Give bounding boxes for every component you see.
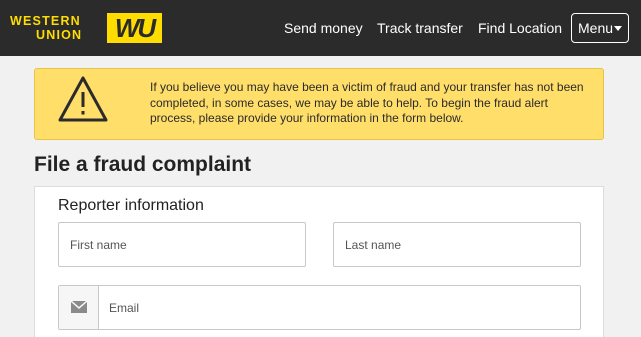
page-title: File a fraud complaint	[34, 153, 252, 176]
logo-line-1: WESTERN	[10, 14, 81, 28]
nav-send-money[interactable]: Send money	[284, 19, 363, 37]
fraud-alert-banner: If you believe you may have been a victi…	[34, 68, 604, 140]
nav-track-transfer[interactable]: Track transfer	[377, 19, 463, 37]
first-name-field[interactable]: First name	[58, 222, 306, 267]
logo-line-2: UNION	[36, 28, 83, 42]
warning-triangle-icon	[57, 75, 109, 123]
email-placeholder: Email	[109, 301, 140, 315]
page-scrollbar[interactable]	[631, 56, 641, 337]
western-union-logo[interactable]: WESTERN UNION WU	[10, 10, 162, 46]
nav-find-location[interactable]: Find Location	[478, 19, 562, 37]
logo-wordmark: WESTERN UNION	[10, 14, 110, 42]
menu-button[interactable]: Menu	[571, 13, 629, 43]
first-name-placeholder: First name	[70, 238, 127, 252]
menu-button-label: Menu	[578, 20, 614, 36]
section-title: Reporter information	[58, 197, 204, 214]
alert-message: If you believe you may have been a victi…	[150, 80, 584, 125]
reporter-form-card: Reporter information First name Last nam…	[34, 186, 604, 337]
logo-mark: WU	[107, 13, 162, 43]
top-navigation-bar: WESTERN UNION WU Send money Track transf…	[0, 0, 641, 56]
envelope-icon	[59, 286, 99, 329]
last-name-field[interactable]: Last name	[333, 222, 581, 267]
email-field[interactable]: Email	[58, 285, 581, 330]
last-name-placeholder: Last name	[345, 238, 402, 252]
caret-down-icon	[614, 26, 622, 31]
